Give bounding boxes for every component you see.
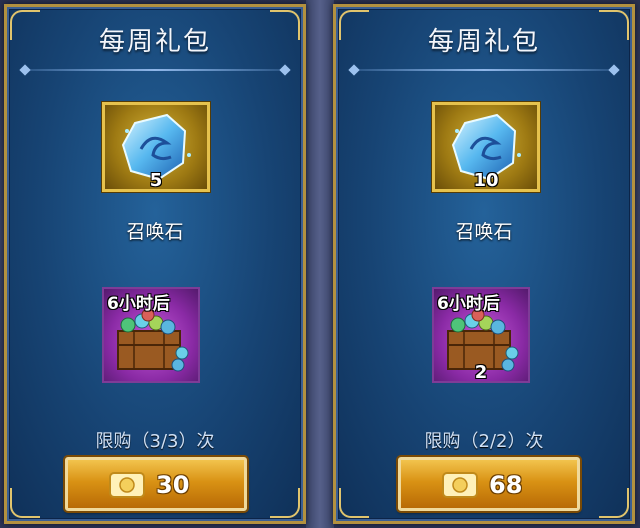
ticket-icon bbox=[442, 472, 478, 498]
pack-title: 每周礼包 bbox=[427, 27, 540, 57]
corner-ornament bbox=[270, 488, 300, 518]
purchase-limit: 限购（2/2）次 bbox=[424, 431, 544, 452]
item-quantity: 10 bbox=[473, 170, 499, 191]
item-quantity: 5 bbox=[149, 170, 163, 191]
price: 30 bbox=[156, 471, 190, 499]
buy-button[interactable]: 68 bbox=[398, 457, 580, 511]
chest-timer: 6小时后 bbox=[107, 294, 170, 314]
chest-item[interactable]: 6小时后 bbox=[102, 287, 200, 383]
background-strip bbox=[306, 0, 334, 528]
title-divider bbox=[348, 64, 620, 76]
chest-timer: 6小时后 bbox=[437, 294, 500, 314]
title-divider bbox=[19, 64, 291, 76]
corner-ornament bbox=[10, 488, 40, 518]
ticket-icon bbox=[109, 472, 145, 498]
chest-item[interactable]: 6小时后 2 bbox=[432, 287, 530, 383]
price: 68 bbox=[489, 471, 523, 499]
summon-stone-item[interactable]: 10 bbox=[432, 102, 540, 192]
item-name: 召唤石 bbox=[455, 221, 513, 243]
item-quantity: 2 bbox=[474, 362, 488, 383]
item-name: 召唤石 bbox=[126, 221, 184, 243]
summon-stone-item[interactable]: 5 bbox=[102, 102, 210, 192]
corner-ornament bbox=[339, 488, 369, 518]
pack-title: 每周礼包 bbox=[98, 27, 211, 57]
corner-ornament bbox=[599, 488, 629, 518]
weekly-pack-card-2: 每周礼包 10 召唤石 6小时后 2 限购（2/2）次 68 bbox=[333, 4, 635, 524]
buy-button[interactable]: 30 bbox=[65, 457, 247, 511]
weekly-pack-card-1: 每周礼包 5 召唤石 6小时后 限购（3/3）次 30 bbox=[4, 4, 306, 524]
purchase-limit: 限购（3/3）次 bbox=[95, 431, 215, 452]
